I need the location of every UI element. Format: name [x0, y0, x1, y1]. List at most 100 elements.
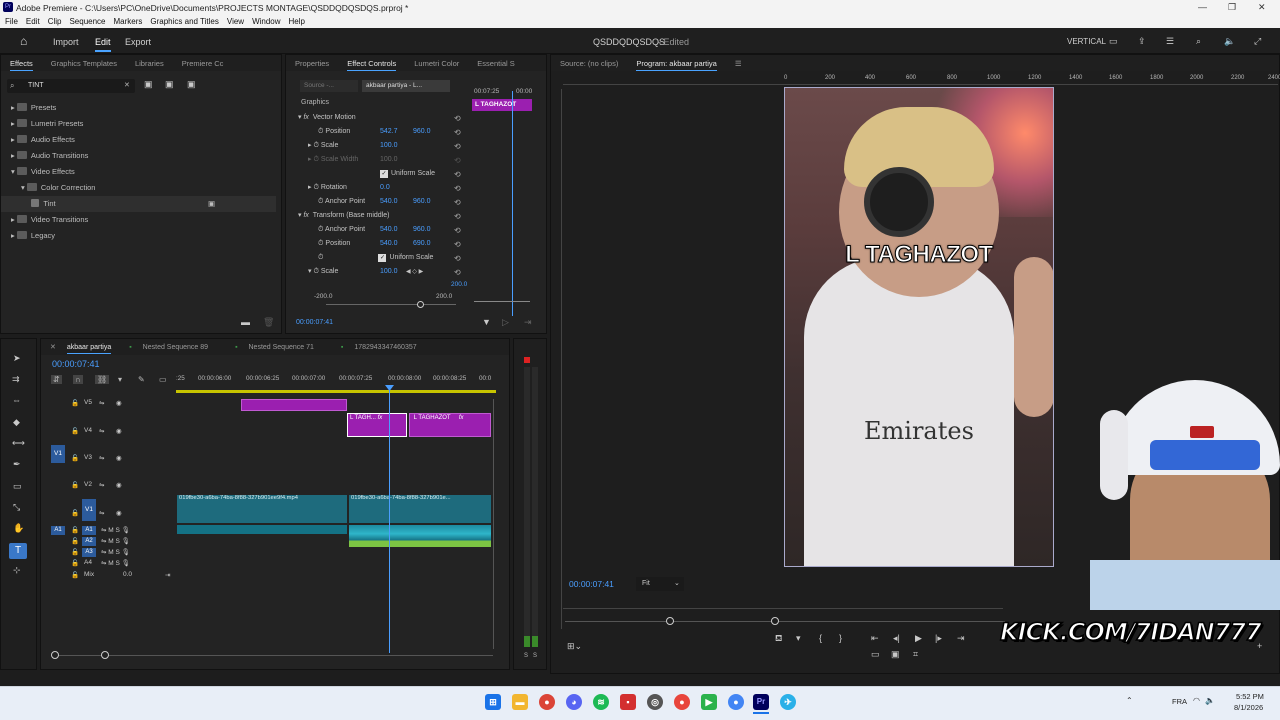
add-marker-icon[interactable]: ▾ [118, 375, 122, 384]
ec-row-scale-2[interactable]: ▾ ⏱ Scale 100.0 ◀ ◇ ▶ [298, 265, 468, 279]
mute-solo-a3[interactable]: ⇋ M S 🎙 [101, 548, 130, 556]
track-lock-icon[interactable]: 🔓 [71, 481, 79, 489]
transform-tool-icon[interactable]: ⤡ [13, 502, 20, 513]
obs-icon[interactable]: ◎ [647, 694, 663, 710]
hand-tool-icon[interactable]: ✋ [13, 523, 24, 534]
reset-icon[interactable]: ⟲ [454, 224, 461, 238]
premiere-taskbar-icon[interactable]: Pr [753, 694, 769, 710]
rectangle-tool-icon[interactable]: ▭ [13, 481, 22, 492]
chrome-profile-icon[interactable]: ● [728, 694, 744, 710]
timeline-zoom-right[interactable] [101, 651, 109, 659]
clip-v1-a[interactable]: 019fbe30-a6ba-74ba-8f88-327b901ee9f4.mp4 [177, 495, 347, 523]
timeline-playhead[interactable] [389, 385, 390, 653]
tab-sequence-akbaar[interactable]: akbaar partiya [65, 343, 120, 354]
mix-go-end-icon[interactable]: ⇥ [165, 571, 170, 579]
eye-icon[interactable]: ◉ [116, 481, 122, 489]
menu-edit[interactable]: Edit [26, 17, 40, 26]
menu-view[interactable]: View [227, 17, 244, 26]
tree-item-lumetri-presets[interactable]: ▸ Lumetri Presets [11, 116, 276, 132]
tab-program[interactable]: Program: akbaar partiya [627, 58, 725, 71]
work-area-bar[interactable] [176, 390, 496, 393]
settings-icon[interactable]: ⌗ [913, 649, 918, 660]
tab-essential[interactable]: Essential S [468, 59, 524, 68]
tab-properties[interactable]: Properties [286, 59, 338, 68]
tree-item-audio-effects[interactable]: ▸ Audio Effects [11, 132, 276, 148]
solo-left[interactable]: S [524, 653, 528, 659]
list-icon[interactable]: ☰ [1166, 36, 1174, 47]
tab-edit[interactable]: Edit [95, 37, 111, 47]
selection-tool-icon[interactable]: ➤ [13, 353, 21, 364]
sync-lock-icon[interactable]: ⇋ [99, 454, 104, 462]
track-lock-icon[interactable]: 🔓 [71, 509, 79, 517]
ec-row-vector-motion[interactable]: ▾ fx Vector Motion [298, 111, 468, 125]
pen-tool-icon[interactable]: ✒ [13, 459, 21, 470]
zoom-handle-right[interactable] [771, 617, 779, 625]
scale-slider-handle[interactable] [417, 301, 424, 308]
menu-sequence[interactable]: Sequence [69, 17, 105, 26]
tree-item-video-transitions[interactable]: ▸ Video Transitions [11, 212, 276, 228]
type-tool-icon[interactable]: T [9, 543, 27, 559]
tree-item-audio-transitions[interactable]: ▸ Audio Transitions [11, 148, 276, 164]
sync-lock-icon[interactable]: ⇋ [99, 509, 104, 517]
close-tab-icon[interactable]: ✕ [41, 343, 65, 351]
menu-clip[interactable]: Clip [48, 17, 62, 26]
sync-lock-icon[interactable]: ⇋ [99, 481, 104, 489]
track-lock-icon[interactable]: 🔓 [71, 427, 79, 435]
track-lock-icon[interactable]: 🔓 [71, 454, 79, 462]
mute-solo-a2[interactable]: ⇋ M S 🎙 [101, 537, 130, 545]
ec-row-transform[interactable]: ▾ fx Transform (Base middle) [298, 209, 468, 223]
timeline-scrollbar[interactable] [493, 399, 494, 649]
step-forward-icon[interactable]: |▸ [935, 633, 942, 644]
eye-icon[interactable]: ◉ [116, 454, 122, 462]
menu-icon[interactable]: ☰ [726, 59, 751, 68]
volume-icon[interactable]: 🔈 [1205, 696, 1215, 705]
eye-icon[interactable]: ◉ [116, 427, 122, 435]
caption-tool-icon[interactable]: ⊹ [13, 565, 21, 576]
clip-v4-a[interactable]: L TAGH... fx [347, 413, 407, 437]
timeline-timecode[interactable]: 00:00:07:41 [52, 359, 100, 369]
sync-lock-icon[interactable]: ⇋ [99, 427, 104, 435]
fullscreen-icon[interactable]: ⤢ [1254, 36, 1261, 47]
tree-item-video-effects[interactable]: ▾ Video Effects [11, 164, 276, 180]
tab-libraries[interactable]: Libraries [126, 59, 173, 68]
eye-icon[interactable]: ◉ [116, 509, 122, 517]
tab-nested-89[interactable]: ▪ Nested Sequence 89 [120, 344, 226, 351]
clear-search-icon[interactable]: ✕ [124, 81, 130, 89]
comparison-view-icon[interactable]: ⊞⌄ [567, 641, 582, 652]
step-back-icon[interactable]: ◂| [893, 633, 900, 644]
mark-out-icon[interactable]: } [839, 633, 842, 643]
tab-source[interactable]: Source: (no clips) [551, 59, 627, 68]
ec-row-rotation[interactable]: ▸ ⏱ Rotation 0.0 [298, 181, 468, 195]
export-icon[interactable]: ⇥ [524, 317, 532, 328]
go-to-in-icon[interactable]: ⇤ [871, 633, 879, 644]
ec-row-position[interactable]: ⏱ Position 542.7 960.0 [298, 125, 468, 139]
reset-icon[interactable]: ⟲ [454, 238, 461, 252]
razor-tool-icon[interactable]: ◆ [13, 417, 20, 428]
reset-icon[interactable]: ⟲ [454, 266, 461, 280]
file-explorer-icon[interactable]: ▬ [512, 694, 528, 710]
track-label-a3[interactable]: A3 [82, 548, 96, 557]
tab-import[interactable]: Import [53, 37, 79, 47]
tab-graphics-templates[interactable]: Graphics Templates [42, 59, 126, 68]
tab-premiere-cc[interactable]: Premiere Cc [173, 59, 233, 68]
reset-icon[interactable]: ⟲ [454, 252, 461, 266]
scale-slider[interactable] [326, 304, 456, 305]
zoom-bar[interactable] [565, 621, 1005, 622]
maximize-icon[interactable]: ❐ [1228, 2, 1236, 13]
track-lock-icon[interactable]: 🔓 [71, 559, 79, 567]
new-bin-icon[interactable]: ▬ [241, 317, 250, 327]
ec-row-scale[interactable]: ▸ ⏱ Scale 100.0 [298, 139, 468, 153]
reset-icon[interactable]: ⟲ [454, 168, 461, 182]
yuv-effects-icon[interactable]: ▣ [187, 79, 196, 90]
sequence-selector[interactable]: akbaar partiya - L... [362, 80, 450, 92]
clip-v4-b[interactable]: L TAGHAZOT fx [409, 413, 491, 437]
track-label-v1[interactable]: V1 [82, 499, 96, 521]
share-icon[interactable]: ⇪ [1138, 36, 1146, 47]
wrench-icon[interactable]: ✎ [138, 375, 145, 384]
tree-item-tint[interactable]: Tint ▣ [1, 196, 276, 212]
search-icon[interactable]: ⌕ [1196, 36, 1201, 47]
track-lock-icon[interactable]: 🔓 [71, 548, 79, 556]
reset-icon[interactable]: ⟲ [454, 112, 461, 126]
messenger-icon[interactable]: ✈ [780, 694, 796, 710]
trash-icon[interactable]: 🗑 [263, 317, 274, 328]
